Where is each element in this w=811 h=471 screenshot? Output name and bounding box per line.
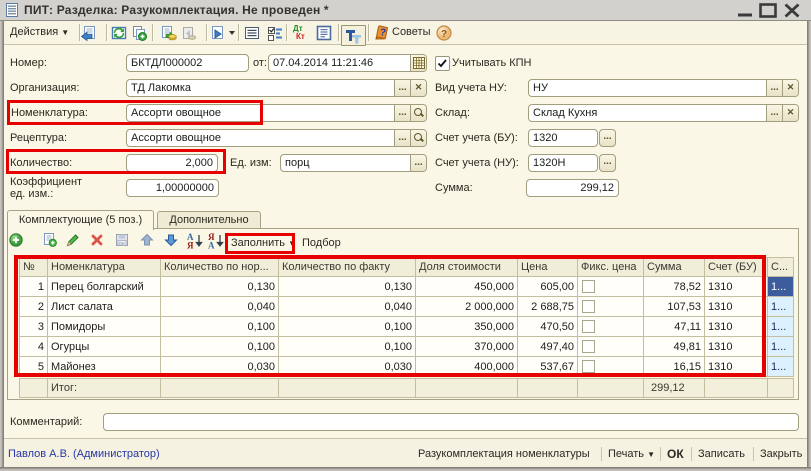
svg-text:А: А [208, 241, 215, 250]
svg-text:ОК: ОК [119, 241, 126, 246]
svg-text:?: ? [441, 29, 447, 40]
svg-text:Я: Я [187, 241, 194, 250]
